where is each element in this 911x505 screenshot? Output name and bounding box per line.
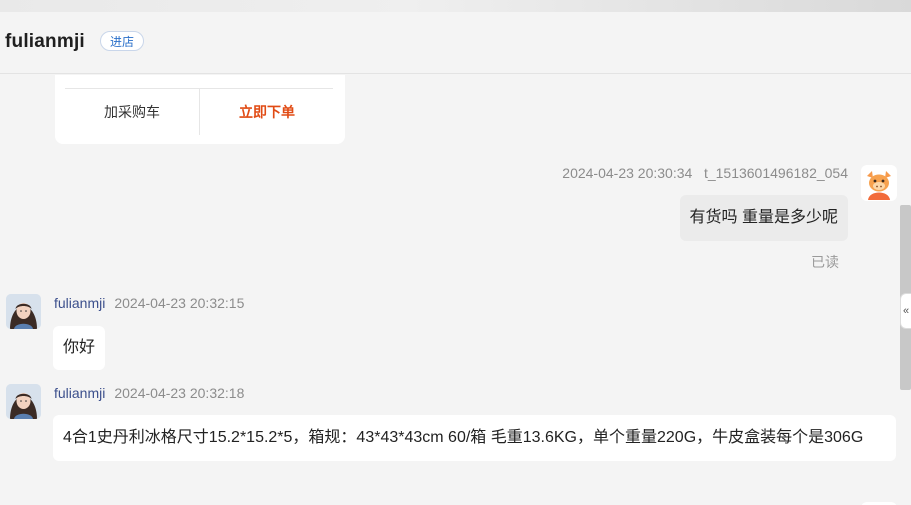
cartoon-avatar-icon <box>867 171 891 200</box>
message-meta: fulianmji 2024-04-23 20:32:18 <box>54 385 244 401</box>
message-sender: t_1513601496182_054 <box>703 165 848 181</box>
peer-avatar[interactable] <box>6 294 41 329</box>
profile-photo <box>6 384 41 419</box>
message-meta: fulianmji 2024-04-23 20:32:15 <box>54 295 244 311</box>
peer-avatar[interactable] <box>6 384 41 419</box>
message-sender[interactable]: fulianmji <box>54 295 105 311</box>
profile-photo <box>6 294 41 329</box>
message-meta: 2024-04-23 20:30:34 t_1513601496182_054 <box>562 165 848 181</box>
chat-window: fulianmji 进店 加采购车 立即下单 2024-04-23 20:30:… <box>0 0 911 505</box>
message-time: 2024-04-23 20:32:18 <box>114 385 245 401</box>
message-time: 2024-04-23 20:30:34 <box>562 165 693 181</box>
message-bubble-incoming[interactable]: 你好 <box>53 326 106 370</box>
message-bubble-outgoing[interactable]: 有货吗 重量是多少呢 <box>679 195 848 241</box>
message-sender[interactable]: fulianmji <box>54 385 105 401</box>
enter-shop-button[interactable]: 进店 <box>100 31 145 51</box>
message-list[interactable]: 加采购车 立即下单 2024-04-23 20:30:34 t_15136014… <box>0 75 911 505</box>
shop-name: fulianmji <box>5 31 85 52</box>
read-status: 已读 <box>811 254 839 270</box>
collapse-sidebar-button[interactable]: « <box>900 293 911 329</box>
order-now-button[interactable]: 立即下单 <box>200 89 334 135</box>
chat-header: fulianmji 进店 <box>0 12 911 74</box>
product-card: 加采购车 立即下单 <box>55 75 345 144</box>
message-bubble-incoming[interactable]: 4合1史丹利冰格尺寸15.2*15.2*5，箱规：43*43*43cm 60/箱… <box>53 415 896 461</box>
message-time: 2024-04-23 20:32:15 <box>114 295 245 311</box>
self-avatar[interactable] <box>861 165 897 201</box>
add-to-cart-button[interactable]: 加采购车 <box>65 89 199 135</box>
top-strip <box>0 0 911 12</box>
double-chevron-left-icon: « <box>902 305 910 317</box>
